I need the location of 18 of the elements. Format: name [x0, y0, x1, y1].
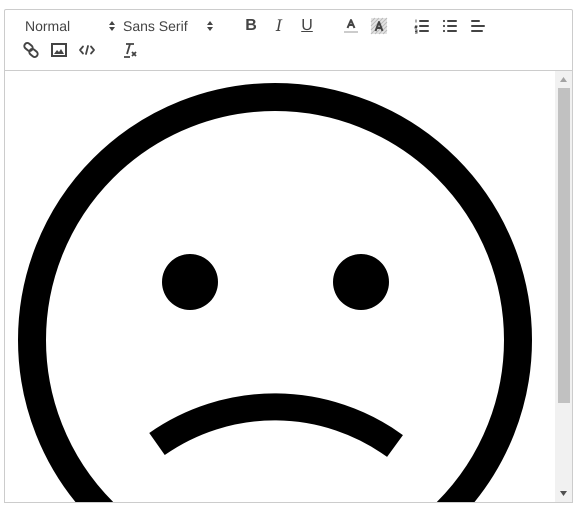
underline-button[interactable]: U: [293, 14, 321, 38]
align-left-icon: [469, 17, 487, 35]
text-color-icon: [342, 17, 360, 35]
dropdown-arrows-icon: [206, 20, 214, 32]
bold-button[interactable]: B: [237, 14, 265, 38]
italic-button[interactable]: I: [265, 14, 293, 38]
numbered-list-icon: [413, 17, 431, 35]
link-icon: [22, 41, 40, 59]
scrollbar-thumb[interactable]: [558, 88, 570, 403]
scroll-down-icon[interactable]: [560, 491, 568, 496]
dropdown-arrows-icon: [108, 20, 116, 32]
highlight-color-icon: [370, 17, 388, 35]
heading-picker[interactable]: Normal: [17, 14, 118, 38]
font-picker[interactable]: Sans Serif: [118, 14, 216, 38]
scrollbar[interactable]: [555, 71, 572, 502]
clear-format-icon: [121, 41, 139, 59]
image-icon: [50, 41, 68, 59]
bullet-list-icon: [441, 17, 459, 35]
